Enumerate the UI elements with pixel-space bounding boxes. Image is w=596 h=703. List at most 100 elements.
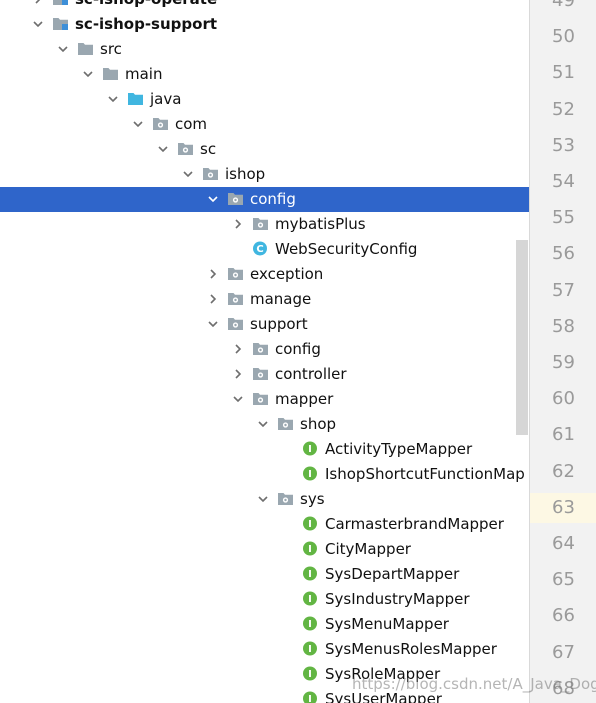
svg-text:I: I: [308, 619, 312, 630]
chevron-down-icon[interactable]: [232, 393, 244, 405]
tree-node-sc-ishop-support[interactable]: sc-ishop-support: [0, 12, 529, 37]
tree-node-label: sys: [300, 490, 325, 508]
tree-node-label: com: [175, 115, 208, 133]
tree-node-label: CityMapper: [325, 540, 411, 558]
tree-node-sc[interactable]: sc: [0, 137, 529, 162]
line-number: 58: [552, 316, 575, 337]
chevron-down-icon[interactable]: [57, 43, 69, 55]
java-interface-icon: I: [302, 666, 319, 681]
chevron-down-icon[interactable]: [32, 18, 44, 30]
line-number: 64: [552, 533, 575, 554]
tree-node-label: controller: [275, 365, 347, 383]
tree-node-label: SysMenusRolesMapper: [325, 640, 497, 658]
java-interface-icon: I: [302, 441, 319, 456]
tree-node-label: src: [100, 40, 122, 58]
tree-node-ishopshortcutfunctionmapper[interactable]: I IshopShortcutFunctionMap: [0, 462, 529, 487]
package-icon: [227, 316, 244, 331]
svg-text:I: I: [308, 594, 312, 605]
chevron-down-icon[interactable]: [157, 143, 169, 155]
folder-icon: [102, 66, 119, 81]
chevron-right-icon[interactable]: [232, 343, 244, 355]
java-class-icon: C: [252, 241, 269, 256]
package-icon: [252, 216, 269, 231]
tree-node-label: exception: [250, 265, 324, 283]
tree-node-mapper[interactable]: mapper: [0, 387, 529, 412]
java-interface-icon: I: [302, 641, 319, 656]
chevron-down-icon[interactable]: [132, 118, 144, 130]
chevron-down-icon[interactable]: [257, 418, 269, 430]
line-number: 61: [552, 424, 575, 445]
source-folder-icon: [127, 91, 144, 106]
tree-node-config[interactable]: config: [0, 187, 529, 212]
chevron-down-icon[interactable]: [82, 68, 94, 80]
tree-scrollbar-thumb[interactable]: [516, 240, 528, 435]
tree-node-support-config[interactable]: config: [0, 337, 529, 362]
java-interface-icon: I: [302, 616, 319, 631]
svg-text:I: I: [308, 544, 312, 555]
tree-node-label: support: [250, 315, 308, 333]
java-interface-icon: I: [302, 566, 319, 581]
tree-node-sysdepartmapper[interactable]: I SysDepartMapper: [0, 562, 529, 587]
svg-text:I: I: [308, 569, 312, 580]
tree-node-label: config: [250, 190, 296, 208]
tree-node-label: sc: [200, 140, 217, 158]
package-icon: [227, 266, 244, 281]
chevron-right-icon[interactable]: [32, 0, 44, 5]
tree-node-sysmenusrolesmapper[interactable]: I SysMenusRolesMapper: [0, 637, 529, 662]
line-number: 66: [552, 605, 575, 626]
tree-node-label: manage: [250, 290, 312, 308]
tree-node-com[interactable]: com: [0, 112, 529, 137]
tree-node-carmasterbrandmapper[interactable]: I CarmasterbrandMapper: [0, 512, 529, 537]
tree-node-label: mybatisPlus: [275, 215, 366, 233]
tree-node-mybatisplus[interactable]: mybatisPlus: [0, 212, 529, 237]
tree-node-citymapper[interactable]: I CityMapper: [0, 537, 529, 562]
java-interface-icon: I: [302, 516, 319, 531]
chevron-down-icon[interactable]: [207, 193, 219, 205]
chevron-right-icon[interactable]: [232, 218, 244, 230]
package-icon: [177, 141, 194, 156]
tree-node-src[interactable]: src: [0, 37, 529, 62]
tree-node-sysmenumapper[interactable]: I SysMenuMapper: [0, 612, 529, 637]
tree-node-websecurityconfig[interactable]: C WebSecurityConfig: [0, 237, 529, 262]
chevron-down-icon[interactable]: [257, 493, 269, 505]
tree-node-ishop[interactable]: ishop: [0, 162, 529, 187]
tree-node-support[interactable]: support: [0, 312, 529, 337]
chevron-right-icon[interactable]: [232, 368, 244, 380]
tree-node-sys[interactable]: sys: [0, 487, 529, 512]
chevron-down-icon[interactable]: [107, 93, 119, 105]
folder-icon: [77, 41, 94, 56]
chevron-down-icon[interactable]: [182, 168, 194, 180]
tree-node-shop[interactable]: shop: [0, 412, 529, 437]
line-number: 55: [552, 207, 575, 228]
svg-text:I: I: [308, 444, 312, 455]
package-icon: [277, 416, 294, 431]
tree-node-sysindustrymapper[interactable]: I SysIndustryMapper: [0, 587, 529, 612]
module-folder-icon: [52, 16, 69, 31]
svg-text:I: I: [308, 694, 312, 703]
package-icon: [227, 191, 244, 206]
chevron-right-icon[interactable]: [207, 268, 219, 280]
tree-node-label: SysDepartMapper: [325, 565, 460, 583]
tree-node-exception[interactable]: exception: [0, 262, 529, 287]
tree-node-controller[interactable]: controller: [0, 362, 529, 387]
tree-node-label: shop: [300, 415, 337, 433]
chevron-right-icon[interactable]: [207, 293, 219, 305]
package-icon: [202, 166, 219, 181]
line-number: 53: [552, 135, 575, 156]
tree-node-activitytypemapper[interactable]: I ActivityTypeMapper: [0, 437, 529, 462]
svg-text:I: I: [308, 469, 312, 480]
line-number: 62: [552, 461, 575, 482]
svg-text:I: I: [308, 519, 312, 530]
tree-node-sc-ishop-operate[interactable]: sc-ishop-operate: [0, 0, 529, 12]
line-number: 57: [552, 280, 575, 301]
chevron-down-icon[interactable]: [207, 318, 219, 330]
package-icon: [252, 366, 269, 381]
package-icon: [227, 291, 244, 306]
watermark: https://blog.csdn.net/A_Java_Dog: [352, 675, 596, 693]
project-tree: sc-ishop-operate sc-ishop-support src main j…: [0, 0, 529, 703]
tree-node-manage[interactable]: manage: [0, 287, 529, 312]
tree-node-main[interactable]: main: [0, 62, 529, 87]
tree-node-java[interactable]: java: [0, 87, 529, 112]
line-number: 63: [530, 493, 596, 523]
tree-node-label: IshopShortcutFunctionMap: [325, 465, 525, 483]
